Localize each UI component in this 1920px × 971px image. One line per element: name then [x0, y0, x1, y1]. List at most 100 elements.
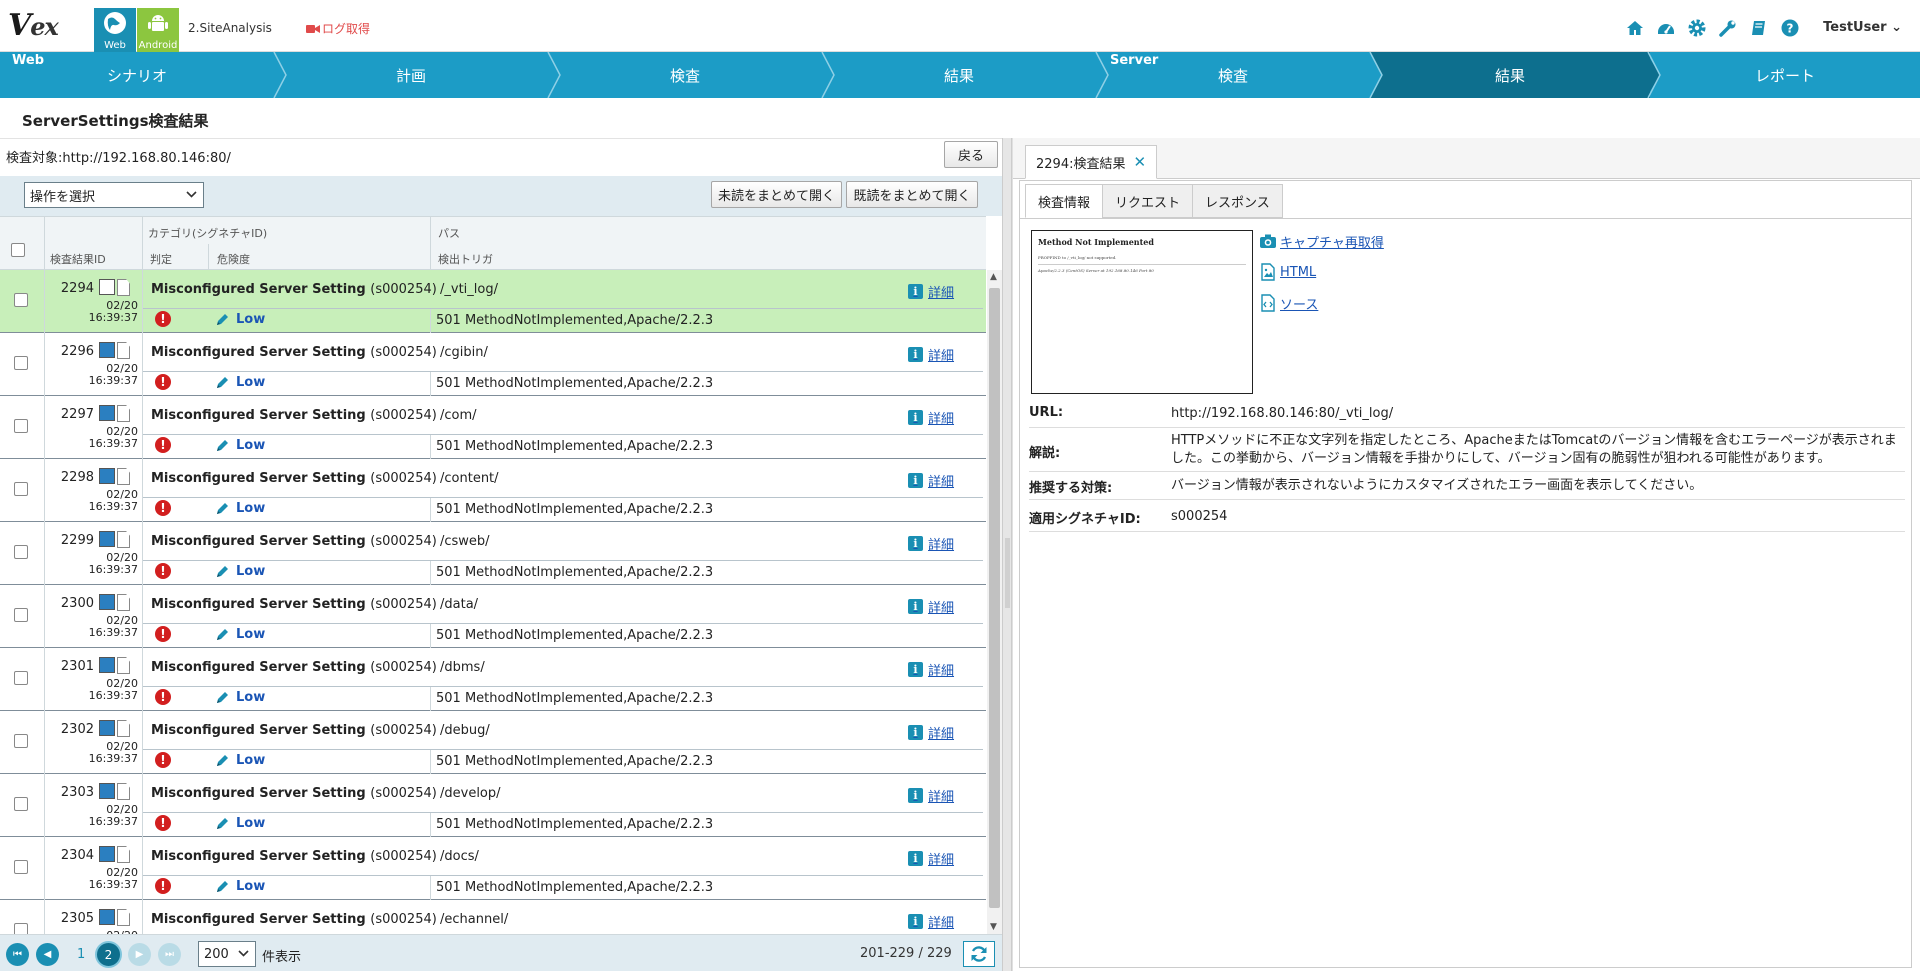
subtab-inspection-info[interactable]: 検査情報 [1025, 184, 1104, 218]
prev-page-button[interactable]: ◀ [36, 943, 59, 966]
document-icon[interactable] [99, 342, 130, 359]
platform-android-tab[interactable]: Android [137, 8, 179, 52]
row-checkbox[interactable] [14, 608, 28, 622]
risk-level[interactable]: Low [215, 312, 265, 327]
html-link[interactable]: HTML [1259, 261, 1384, 283]
detail-link[interactable]: i 詳細 [908, 408, 954, 427]
row-checkbox[interactable] [14, 545, 28, 559]
table-row[interactable]: 2298 02/20 16:39:37 Misconfigured Server Se… [0, 459, 986, 522]
detail-link[interactable]: i 詳細 [908, 597, 954, 616]
document-icon[interactable] [99, 279, 130, 296]
gear-icon[interactable] [1687, 18, 1707, 38]
dashboard-icon[interactable] [1656, 18, 1676, 38]
nav-step-server-result[interactable]: 結果 [1370, 52, 1650, 98]
list-scrollbar[interactable]: ▲ ▼ [987, 270, 1002, 934]
book-icon[interactable] [1749, 18, 1769, 38]
page-1-link[interactable]: 1 [77, 947, 85, 962]
document-icon[interactable] [99, 846, 130, 863]
detail-tab[interactable]: 2294:検査結果 ✕ [1025, 145, 1158, 179]
row-checkbox[interactable] [14, 923, 28, 934]
row-checkbox[interactable] [14, 482, 28, 496]
risk-level[interactable]: Low [215, 690, 265, 705]
splitter-grip[interactable] [1005, 538, 1010, 608]
document-icon[interactable] [99, 657, 130, 674]
detail-link[interactable]: i 詳細 [908, 282, 954, 301]
risk-level[interactable]: Low [215, 753, 265, 768]
page-2-current[interactable]: 2 [95, 941, 122, 968]
back-button[interactable]: 戻る [944, 141, 998, 168]
table-row[interactable]: 2296 02/20 16:39:37 Misconfigured Server Se… [0, 333, 986, 396]
header-category[interactable]: カテゴリ(シグネチャID) [148, 225, 267, 241]
header-result-id[interactable]: 検査結果ID [50, 251, 106, 267]
row-checkbox[interactable] [14, 860, 28, 874]
table-row[interactable]: 2299 02/20 16:39:37 Misconfigured Server Se… [0, 522, 986, 585]
page-capture-thumbnail[interactable]: Method Not Implemented PROPFIND to /_vti… [1031, 230, 1253, 394]
detail-link[interactable]: i 詳細 [908, 345, 954, 364]
document-icon[interactable] [99, 720, 130, 737]
log-capture-button[interactable]: ログ取得 [306, 20, 370, 37]
table-row[interactable]: 2300 02/20 16:39:37 Misconfigured Server Se… [0, 585, 986, 648]
recapture-link[interactable]: キャプチャ再取得 [1259, 230, 1384, 252]
table-row[interactable]: 2302 02/20 16:39:37 Misconfigured Server Se… [0, 711, 986, 774]
risk-level[interactable]: Low [215, 501, 265, 516]
action-select[interactable]: 操作を選択 [24, 182, 204, 208]
row-checkbox[interactable] [14, 797, 28, 811]
row-checkbox[interactable] [14, 671, 28, 685]
user-menu[interactable]: TestUser ⌄ [1823, 20, 1902, 35]
row-checkbox[interactable] [14, 734, 28, 748]
row-checkbox[interactable] [14, 356, 28, 370]
app-logo[interactable]: Vex [8, 8, 59, 43]
detail-link[interactable]: i 詳細 [908, 723, 954, 742]
refresh-button[interactable] [963, 941, 995, 967]
close-icon[interactable]: ✕ [1133, 153, 1146, 171]
header-trigger[interactable]: 検出トリガ [438, 251, 493, 267]
table-row[interactable]: 2304 02/20 16:39:37 Misconfigured Server Se… [0, 837, 986, 900]
nav-step-web-result[interactable]: 結果 [822, 52, 1096, 98]
header-risk[interactable]: 危険度 [217, 251, 250, 267]
risk-level[interactable]: Low [215, 879, 265, 894]
detail-link[interactable]: i 詳細 [908, 849, 954, 868]
platform-web-tab[interactable]: Web [94, 8, 136, 52]
document-icon[interactable] [99, 909, 130, 926]
panel-splitter[interactable] [1002, 138, 1012, 971]
document-icon[interactable] [99, 783, 130, 800]
header-judgement[interactable]: 判定 [150, 251, 172, 267]
scrollbar-thumb[interactable] [989, 288, 1000, 908]
detail-link[interactable]: i 詳細 [908, 912, 954, 931]
first-page-button[interactable]: ⏮ [6, 943, 29, 966]
document-icon[interactable] [99, 594, 130, 611]
next-page-button[interactable]: ▶ [128, 943, 151, 966]
document-icon[interactable] [99, 531, 130, 548]
table-row[interactable]: 2303 02/20 16:39:37 Misconfigured Server Se… [0, 774, 986, 837]
table-row[interactable]: 2301 02/20 16:39:37 Misconfigured Server Se… [0, 648, 986, 711]
nav-step-plan[interactable]: 計画 [274, 52, 548, 98]
help-icon[interactable]: ? [1780, 18, 1800, 38]
wrench-icon[interactable] [1718, 18, 1738, 38]
detail-link[interactable]: i 詳細 [908, 534, 954, 553]
nav-step-report[interactable]: レポート [1650, 52, 1920, 98]
detail-link[interactable]: i 詳細 [908, 786, 954, 805]
row-checkbox[interactable] [14, 293, 28, 307]
risk-level[interactable]: Low [215, 816, 265, 831]
document-icon[interactable] [99, 468, 130, 485]
table-row[interactable]: 2297 02/20 16:39:37 Misconfigured Server Se… [0, 396, 986, 459]
row-checkbox[interactable] [14, 419, 28, 433]
nav-step-web-inspect[interactable]: 検査 [548, 52, 822, 98]
select-all-checkbox[interactable] [11, 243, 25, 257]
detail-link[interactable]: i 詳細 [908, 660, 954, 679]
home-icon[interactable] [1625, 18, 1645, 38]
risk-level[interactable]: Low [215, 375, 265, 390]
subtab-request[interactable]: リクエスト [1102, 184, 1194, 218]
open-unread-button[interactable]: 未読をまとめて開く [711, 181, 842, 208]
per-page-select[interactable]: 200 [198, 941, 256, 967]
scroll-up-arrow[interactable]: ▲ [990, 272, 997, 282]
scroll-down-arrow[interactable]: ▼ [990, 922, 997, 932]
header-path[interactable]: パス [438, 225, 460, 241]
risk-level[interactable]: Low [215, 564, 265, 579]
subtab-response[interactable]: レスポンス [1192, 184, 1283, 218]
open-read-button[interactable]: 既読をまとめて開く [846, 181, 978, 208]
risk-level[interactable]: Low [215, 438, 265, 453]
source-link[interactable]: ソース [1259, 292, 1384, 314]
document-icon[interactable] [99, 405, 130, 422]
table-row[interactable]: 2294 02/20 16:39:37 Misconfigured Server Se… [0, 270, 986, 333]
